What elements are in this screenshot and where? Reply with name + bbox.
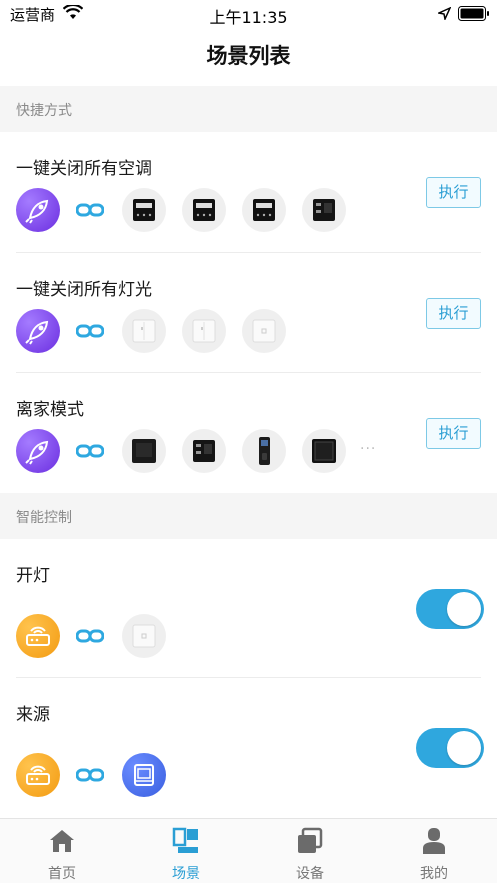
cabinet-device-icon [122,753,166,797]
tab-bar: 首页 场景 设备 我的 [0,818,497,883]
thermostat-icon [242,188,286,232]
light-switch-icon [122,614,166,658]
rocket-icon [16,188,60,232]
enable-toggle[interactable] [416,589,484,629]
scene-device-row [16,614,416,658]
page-title: 场景列表 [206,44,291,68]
profile-icon [423,828,445,854]
square-panel-icon [122,429,166,473]
more-indicator: ··· [360,441,377,457]
link-icon [76,203,104,217]
control-panel-icon [302,188,346,232]
home-icon [50,830,74,852]
section-header-shortcuts: 快捷方式 [0,86,497,132]
scene-card[interactable]: 开灯 [0,539,497,678]
scene-title: 一键关闭所有空调 [16,159,152,179]
devices-icon [298,827,323,853]
square-panel-icon [302,429,346,473]
link-icon [76,324,104,338]
enable-toggle[interactable] [416,728,484,768]
tab-scene[interactable]: 场景 [124,819,248,883]
tab-label: 设备 [296,866,324,882]
link-icon [76,629,104,643]
scene-title: 来源 [16,705,50,725]
tab-profile[interactable]: 我的 [372,819,496,883]
battery-icon [458,6,489,21]
rocket-icon [16,309,60,353]
execute-button[interactable]: 执行 [426,298,481,329]
light-switch-icon [182,309,226,353]
scene-title: 离家模式 [16,400,84,420]
scene-icon [172,827,198,853]
scene-device-row [16,309,416,353]
section-label: 快捷方式 [16,103,72,119]
control-panel-icon [182,429,226,473]
toggle-knob [447,592,481,626]
scene-device-row [16,188,416,232]
scene-card[interactable]: 一键关闭所有空调 执行 [0,132,497,253]
status-bar: 运营商 上午11:35 [0,0,497,30]
light-switch-icon [122,309,166,353]
scene-card[interactable]: 一键关闭所有灯光 执行 [0,253,497,373]
tab-label: 我的 [420,866,448,882]
door-lock-icon [242,429,286,473]
scene-title: 一键关闭所有灯光 [16,280,152,300]
light-switch-icon [242,309,286,353]
router-icon [16,614,60,658]
link-icon [76,444,104,458]
toggle-knob [447,731,481,765]
status-time: 上午11:35 [209,8,288,27]
tab-devices[interactable]: 设备 [248,819,372,883]
tab-label: 首页 [48,866,76,882]
thermostat-icon [122,188,166,232]
scene-card[interactable]: 来源 [0,678,497,818]
thermostat-icon [182,188,226,232]
execute-button[interactable]: 执行 [426,177,481,208]
execute-button[interactable]: 执行 [426,418,481,449]
router-icon [16,753,60,797]
link-icon [76,768,104,782]
scene-device-row: ··· [16,429,416,473]
scene-title: 开灯 [16,566,50,586]
section-label: 智能控制 [16,510,72,526]
location-arrow-icon [438,7,451,20]
scene-device-row [16,753,416,797]
section-header-smart-control: 智能控制 [0,493,497,539]
rocket-icon [16,429,60,473]
tab-home[interactable]: 首页 [0,819,124,883]
tab-label: 场景 [172,866,200,882]
scene-card[interactable]: 离家模式 执行 ··· [0,373,497,493]
